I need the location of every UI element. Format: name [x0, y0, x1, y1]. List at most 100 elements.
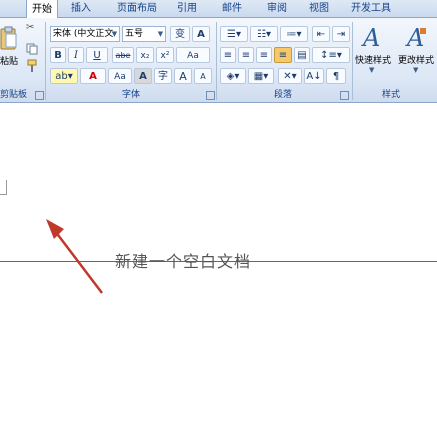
tab-view[interactable]: 视图 — [302, 0, 336, 17]
justify-icon: ≡ — [278, 50, 288, 61]
grow-font-icon: A — [179, 70, 187, 83]
align-right-icon: ≡ — [259, 50, 269, 61]
svg-text:A: A — [361, 24, 380, 50]
shading-button[interactable]: ◈▾ — [220, 68, 246, 84]
numbered-list-icon: ☷▾ — [257, 29, 271, 40]
bold-button[interactable]: B — [50, 47, 66, 63]
chevron-down-icon[interactable]: ▼ — [369, 66, 374, 74]
tab-review[interactable]: 审阅 — [258, 0, 296, 17]
justify-button[interactable]: ≡ — [274, 47, 292, 63]
increase-indent-button[interactable]: ⇥ — [332, 26, 350, 42]
align-left-button[interactable]: ≡ — [220, 47, 236, 63]
font-aa-icon: Aa — [114, 72, 126, 82]
align-right-button[interactable]: ≡ — [256, 47, 272, 63]
align-center-button[interactable]: ≡ — [238, 47, 254, 63]
chinese-layout-button[interactable]: ✕▾ — [278, 68, 302, 84]
character-border-button[interactable]: A — [192, 26, 210, 42]
ribbon-home: 粘贴 ✂ 剪贴板 宋体 (中文正文 ▼ 五号 ▼ 变 A B I U abe x… — [0, 18, 437, 103]
underline-button[interactable]: U — [86, 47, 108, 63]
enclose-characters-icon: 字 — [158, 71, 168, 82]
multilevel-list-button[interactable]: ≔▾ — [280, 26, 308, 42]
sort-icon: A↓ — [306, 71, 322, 82]
chevron-down-icon[interactable]: ▼ — [156, 27, 165, 41]
font-size-value: 五号 — [125, 29, 144, 39]
quick-styles-icon[interactable]: A — [360, 24, 386, 52]
borders-button[interactable]: ▦▾ — [248, 68, 274, 84]
change-case-icon: Aa — [187, 51, 199, 61]
line-spacing-icon: ↕≡▾ — [320, 50, 342, 61]
font-group-label: 字体 — [121, 90, 140, 100]
font-name-combo[interactable]: 宋体 (中文正文 ▼ — [50, 26, 120, 42]
distributed-button[interactable]: ▤ — [294, 47, 310, 63]
decrease-indent-button[interactable]: ⇤ — [312, 26, 330, 42]
highlighter-icon: ab▾ — [55, 71, 73, 82]
tab-references[interactable]: 引用 — [170, 0, 204, 17]
italic-button[interactable]: I — [68, 47, 84, 63]
copy-icon[interactable] — [26, 40, 38, 55]
distributed-icon: ▤ — [297, 50, 307, 61]
tab-home[interactable]: 开始 — [26, 0, 58, 18]
grow-font-button[interactable]: A — [174, 68, 192, 84]
chevron-down-icon[interactable]: ▼ — [413, 66, 418, 74]
increase-indent-icon: ⇥ — [336, 29, 346, 40]
page-corner-marker — [0, 180, 7, 195]
phonetic-guide-button[interactable]: 变 — [170, 26, 190, 42]
numbering-button[interactable]: ☷▾ — [250, 26, 278, 42]
superscript-button[interactable]: x² — [156, 47, 174, 63]
cut-icon[interactable]: ✂ — [26, 22, 38, 34]
change-styles-label[interactable]: 更改样式 — [398, 53, 434, 66]
bullet-list-icon: ☰▾ — [227, 29, 241, 40]
decrease-indent-icon: ⇤ — [316, 29, 326, 40]
align-center-icon: ≡ — [241, 50, 251, 61]
line-spacing-button[interactable]: ↕≡▾ — [312, 47, 350, 63]
font-color-button[interactable]: A — [80, 68, 106, 84]
tab-page-layout[interactable]: 页面布局 — [109, 0, 165, 17]
styles-group-label: 样式 — [381, 90, 400, 100]
paste-icon[interactable] — [0, 26, 18, 52]
annotation-caption: 新建一个空白文档 — [115, 252, 252, 271]
change-styles-icon[interactable]: A — [404, 24, 430, 52]
shrink-font-button[interactable]: A — [194, 68, 212, 84]
text-highlight-button[interactable]: ab▾ — [50, 68, 78, 84]
paint-bucket-icon: ◈▾ — [226, 71, 240, 82]
align-left-icon: ≡ — [223, 50, 233, 61]
border-icon: ▦▾ — [253, 71, 269, 82]
character-shading-button[interactable]: A — [134, 68, 152, 84]
tab-developer[interactable]: 开发工具 — [343, 0, 399, 17]
chevron-down-icon[interactable]: ▼ — [110, 27, 119, 41]
format-painter-icon[interactable] — [26, 58, 38, 72]
font-name-value: 宋体 (中文正文 — [53, 29, 114, 39]
pilcrow-icon: ¶ — [332, 71, 340, 82]
font-color-icon: A — [89, 71, 97, 82]
chinese-layout-icon: ✕▾ — [283, 71, 297, 82]
multilevel-list-icon: ≔▾ — [286, 29, 302, 40]
group-separator — [216, 22, 217, 100]
ribbon-tab-bar: 开始 插入 页面布局 引用 邮件 审阅 视图 开发工具 — [0, 0, 437, 18]
tab-mailings[interactable]: 邮件 — [213, 0, 251, 17]
paragraph-group-label: 段落 — [273, 90, 292, 100]
tab-insert[interactable]: 插入 — [64, 0, 98, 17]
strikethrough-button[interactable]: abe — [112, 47, 134, 63]
annotation-arrow-icon — [46, 219, 103, 294]
svg-text:A: A — [405, 24, 424, 50]
group-separator — [352, 22, 353, 100]
paste-button-label[interactable]: 粘贴 — [0, 54, 18, 67]
bullets-button[interactable]: ☰▾ — [220, 26, 248, 42]
font-dialog-launcher[interactable] — [206, 91, 215, 100]
font-aa-button[interactable]: Aa — [108, 68, 132, 84]
phonetic-guide-icon: 变 — [175, 29, 185, 40]
clipboard-group-label: 剪贴板 — [0, 90, 28, 100]
sort-button[interactable]: A↓ — [304, 68, 324, 84]
character-border-icon: A — [197, 29, 205, 40]
quick-styles-label[interactable]: 快速样式 — [355, 53, 391, 66]
shrink-font-icon: A — [200, 72, 206, 81]
subscript-button[interactable]: x₂ — [136, 47, 154, 63]
change-case-button[interactable]: Aa — [176, 47, 210, 63]
paragraph-dialog-launcher[interactable] — [340, 91, 349, 100]
font-size-combo[interactable]: 五号 ▼ — [122, 26, 166, 42]
enclose-characters-button[interactable]: 字 — [154, 68, 172, 84]
clipboard-dialog-launcher[interactable] — [35, 91, 44, 100]
group-separator — [45, 22, 46, 100]
character-shading-icon: A — [139, 71, 147, 82]
show-marks-button[interactable]: ¶ — [326, 68, 346, 84]
